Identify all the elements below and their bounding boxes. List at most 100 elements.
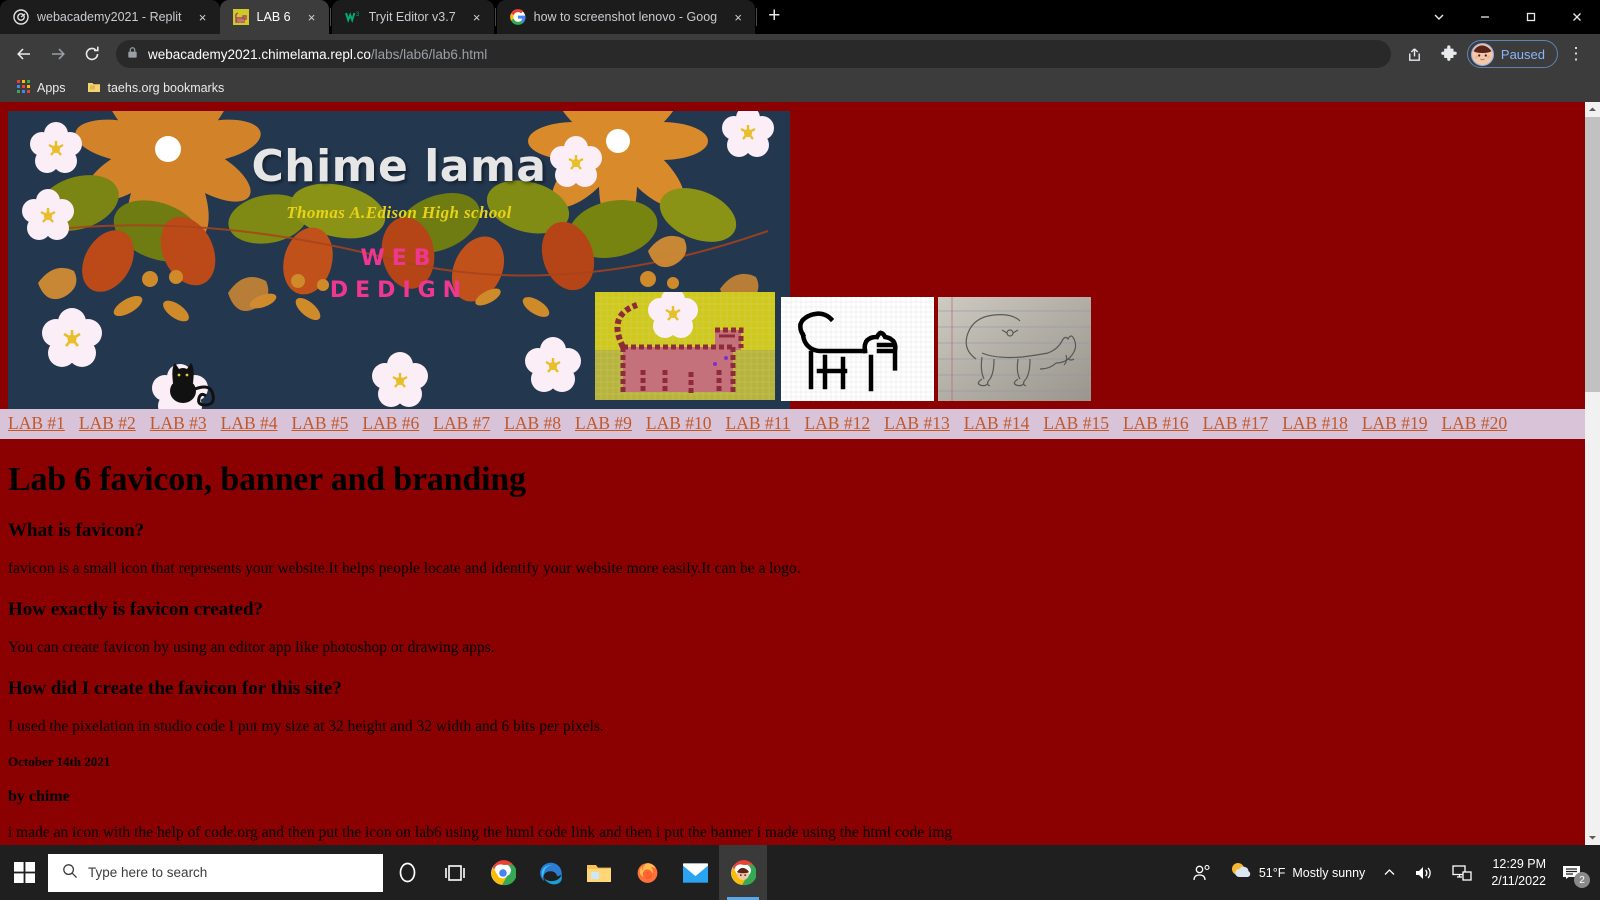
- chrome-icon[interactable]: [479, 845, 527, 900]
- nav-link-lab-9[interactable]: LAB #9: [575, 413, 632, 434]
- nav-link-lab-18[interactable]: LAB #18: [1282, 413, 1348, 434]
- weather-widget[interactable]: 51°F Mostly sunny: [1221, 845, 1375, 900]
- google-icon: [509, 9, 526, 25]
- task-view-icon[interactable]: [431, 845, 479, 900]
- nav-link-lab-20[interactable]: LAB #20: [1441, 413, 1507, 434]
- tab-close-icon[interactable]: ×: [470, 10, 484, 25]
- show-hidden-icons-chevron-up-icon[interactable]: [1374, 845, 1405, 900]
- nav-link-lab-10[interactable]: LAB #10: [646, 413, 712, 434]
- page-viewport: Chime lama Thomas A.Edison High school W…: [0, 102, 1600, 845]
- nav-link-lab-15[interactable]: LAB #15: [1043, 413, 1109, 434]
- tab-divider: [494, 8, 496, 26]
- close-window-button[interactable]: [1554, 0, 1600, 34]
- banner-school: Thomas A.Edison High school: [286, 203, 512, 222]
- toolbar-right-actions: Paused ⋮: [1399, 38, 1592, 70]
- nav-link-lab-8[interactable]: LAB #8: [504, 413, 561, 434]
- apps-grid-icon: [17, 80, 30, 96]
- answer-2: You can create favicon by using an edito…: [8, 639, 495, 656]
- closing-note: i made an icon with the help of code.org…: [8, 824, 953, 841]
- weather-icon: [1230, 861, 1252, 884]
- forward-button[interactable]: [42, 38, 74, 70]
- cat-pixel-icon: [232, 9, 249, 25]
- browser-tab-2[interactable]: 3 Tryit Editor v3.7 ×: [331, 0, 494, 34]
- banner-subject: WEB DEDIGN: [8, 243, 790, 307]
- minimize-button[interactable]: [1462, 0, 1508, 34]
- taskbar-app-icons: [383, 845, 767, 900]
- mail-icon[interactable]: [671, 845, 719, 900]
- tab-strip: webacademy2021 - Replit × LAB 6 × 3 Tryi…: [0, 0, 1600, 34]
- lab-navigation-bar: LAB #1 LAB #2 LAB #3 LAB #4 LAB #5 LAB #6 LAB …: [0, 409, 1585, 439]
- new-tab-button[interactable]: +: [758, 5, 790, 30]
- nav-link-lab-14[interactable]: LAB #14: [964, 413, 1030, 434]
- browser-tab-3[interactable]: how to screenshot lenovo - Goog ×: [496, 0, 756, 34]
- chrome-window-icon[interactable]: [719, 845, 767, 900]
- url-path: /labs/lab6/lab6.html: [370, 46, 488, 62]
- address-bar[interactable]: webacademy2021.chimelama.repl.co/labs/la…: [116, 40, 1391, 68]
- bookmark-apps[interactable]: Apps: [10, 78, 73, 98]
- bookmark-label: Apps: [37, 81, 66, 95]
- reload-button[interactable]: [76, 38, 108, 70]
- tab-close-icon[interactable]: ×: [731, 10, 745, 25]
- nav-link-lab-4[interactable]: LAB #4: [221, 413, 278, 434]
- search-icon: [62, 863, 78, 882]
- back-button[interactable]: [8, 38, 40, 70]
- pixel-cat-color-image: [595, 292, 775, 400]
- folder-icon: [87, 80, 101, 97]
- chrome-menu-button[interactable]: ⋮: [1560, 38, 1592, 70]
- nav-link-lab-17[interactable]: LAB #17: [1203, 413, 1269, 434]
- windows-start-icon[interactable]: [0, 845, 48, 900]
- system-tray: 51°F Mostly sunny 12:29 PM 2/11/2022 2: [1183, 845, 1600, 900]
- notification-center-button[interactable]: 2: [1556, 845, 1594, 900]
- firefox-icon[interactable]: [623, 845, 671, 900]
- bookmarks-bar: Apps taehs.org bookmarks: [0, 74, 1600, 102]
- volume-icon[interactable]: [1405, 845, 1443, 900]
- taskbar-clock[interactable]: 12:29 PM 2/11/2022: [1481, 856, 1556, 890]
- nav-link-lab-7[interactable]: LAB #7: [433, 413, 490, 434]
- bookmark-label: taehs.org bookmarks: [107, 81, 225, 95]
- author-byline: by chime: [8, 788, 70, 805]
- nav-link-lab-11[interactable]: LAB #11: [726, 413, 791, 434]
- maximize-button[interactable]: [1508, 0, 1554, 34]
- nav-link-lab-12[interactable]: LAB #12: [804, 413, 870, 434]
- scroll-up-arrow-icon[interactable]: [1585, 102, 1600, 117]
- file-explorer-icon[interactable]: [575, 845, 623, 900]
- taskbar-search-input[interactable]: Type here to search: [48, 853, 383, 892]
- nav-link-lab-3[interactable]: LAB #3: [150, 413, 207, 434]
- tab-title: how to screenshot lenovo - Goog: [533, 10, 718, 24]
- people-icon[interactable]: [1183, 845, 1221, 900]
- page-scrollbar[interactable]: [1585, 102, 1600, 845]
- notification-count-badge: 2: [1574, 872, 1590, 888]
- cortana-icon[interactable]: [383, 845, 431, 900]
- tab-title: webacademy2021 - Replit: [37, 10, 182, 24]
- search-placeholder: Type here to search: [88, 865, 208, 880]
- web-page: Chime lama Thomas A.Edison High school W…: [0, 102, 1585, 845]
- pixel-cat-outline-image: [781, 297, 934, 401]
- weather-temperature: 51°F: [1258, 865, 1286, 880]
- scroll-down-arrow-icon[interactable]: [1585, 830, 1600, 845]
- nav-link-lab-1[interactable]: LAB #1: [8, 413, 65, 434]
- share-icon[interactable]: [1399, 38, 1431, 70]
- browser-tab-1[interactable]: LAB 6 ×: [219, 0, 329, 34]
- banner-subject-line2: DEDIGN: [329, 277, 469, 303]
- nav-link-lab-16[interactable]: LAB #16: [1123, 413, 1189, 434]
- bookmark-taehs[interactable]: taehs.org bookmarks: [80, 78, 232, 99]
- puzzle-extensions-icon[interactable]: [1433, 38, 1465, 70]
- nav-link-lab-5[interactable]: LAB #5: [292, 413, 349, 434]
- nav-link-lab-6[interactable]: LAB #6: [362, 413, 419, 434]
- window-controls: [1416, 0, 1600, 34]
- tab-close-icon[interactable]: ×: [196, 10, 210, 25]
- scrollbar-thumb[interactable]: [1585, 117, 1600, 392]
- tab-close-icon[interactable]: ×: [305, 10, 319, 25]
- profile-paused-button[interactable]: Paused: [1466, 40, 1558, 68]
- nav-link-lab-19[interactable]: LAB #19: [1362, 413, 1428, 434]
- clock-time: 12:29 PM: [1492, 856, 1546, 871]
- tab-title: Tryit Editor v3.7: [368, 10, 456, 24]
- nav-link-lab-13[interactable]: LAB #13: [884, 413, 950, 434]
- edge-icon[interactable]: [527, 845, 575, 900]
- tab-search-chevron-down-icon[interactable]: [1416, 0, 1462, 34]
- page-content: Lab 6 favicon, banner and branding What …: [0, 461, 1585, 842]
- network-icon[interactable]: [1443, 845, 1481, 900]
- sketch-cat-image: [938, 297, 1091, 401]
- browser-tab-0[interactable]: webacademy2021 - Replit ×: [0, 0, 220, 34]
- nav-link-lab-2[interactable]: LAB #2: [79, 413, 136, 434]
